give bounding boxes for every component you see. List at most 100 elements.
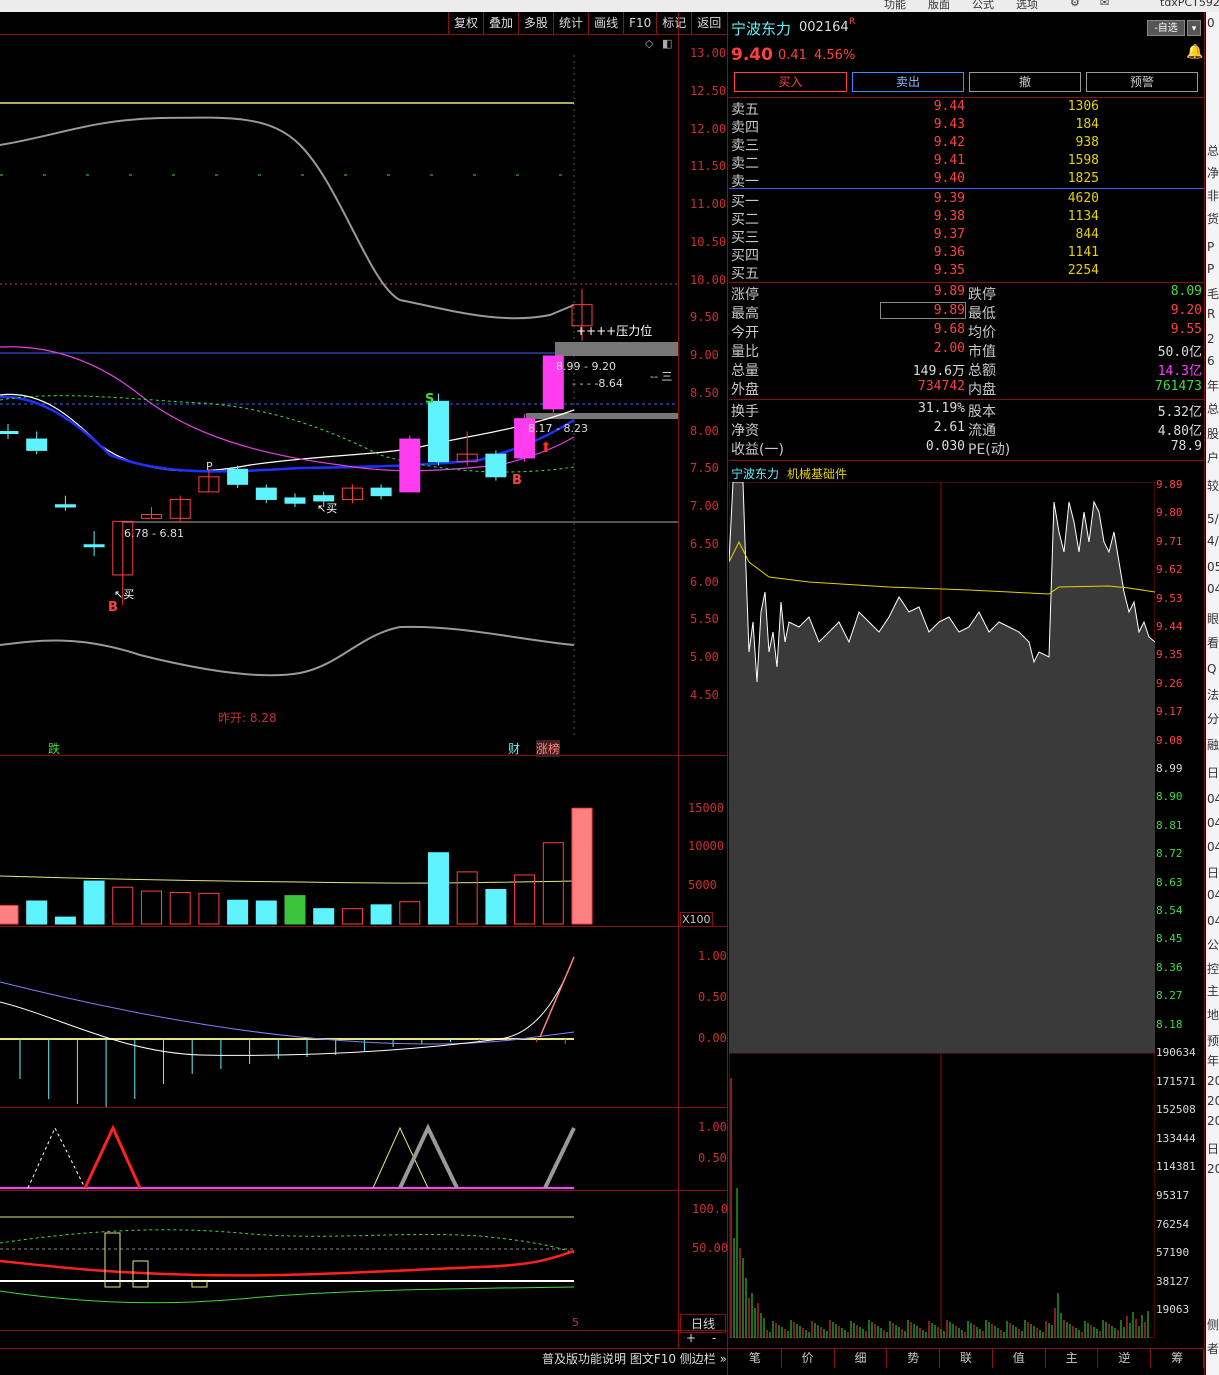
quote-tab[interactable]: 逆 bbox=[1098, 1349, 1152, 1368]
quote-tab[interactable]: 细 bbox=[835, 1349, 888, 1368]
bid-row[interactable]: 买五 9.35 2254 bbox=[731, 263, 1204, 282]
f10-button[interactable]: F10 bbox=[623, 12, 656, 34]
alert-bell-icon[interactable]: 🔔 bbox=[1186, 44, 1203, 60]
quote-tab[interactable]: 筹 bbox=[1151, 1349, 1205, 1368]
menu-layout[interactable]: 版面 bbox=[928, 0, 950, 12]
side-panel-char: 毛 bbox=[1207, 287, 1219, 301]
p-signal: P bbox=[206, 460, 213, 473]
die-tag[interactable]: 跌 bbox=[48, 740, 60, 757]
side-panel-char: 4/ bbox=[1207, 534, 1219, 548]
side-panel-char: 04 bbox=[1207, 792, 1219, 806]
bid-row[interactable]: 买四 9.36 1141 bbox=[731, 245, 1204, 264]
bid-label: 买三 bbox=[731, 230, 759, 246]
bid-row[interactable]: 买二 9.38 1134 bbox=[731, 209, 1204, 228]
kline-y-tick: 9.50 bbox=[690, 310, 719, 325]
ask-row[interactable]: 卖二 9.41 1598 bbox=[731, 153, 1204, 172]
quote-tab[interactable]: 主 bbox=[1046, 1349, 1099, 1368]
intraday-price-tick: 8.81 bbox=[1156, 818, 1183, 832]
rsi-green-line bbox=[0, 1286, 575, 1304]
kline-y-tick: 12.50 bbox=[690, 83, 727, 98]
statistics-button[interactable]: 统计 bbox=[553, 12, 588, 34]
mail-icon[interactable]: ✉ bbox=[1100, 0, 1109, 9]
stat-label: 量比 bbox=[731, 344, 759, 360]
intraday-chart[interactable] bbox=[729, 482, 1155, 1338]
zoom-out-button[interactable]: - bbox=[712, 1331, 716, 1345]
signal-chart[interactable] bbox=[0, 1108, 678, 1190]
side-panel-char: 非 bbox=[1207, 189, 1219, 203]
quote-tab[interactable]: 值 bbox=[993, 1349, 1046, 1368]
side-panel-char: 侧 bbox=[1207, 1318, 1219, 1332]
quote-tab[interactable]: 价 bbox=[782, 1349, 835, 1368]
side-panel-char: 6 bbox=[1207, 354, 1215, 368]
buy-button[interactable]: 买入 bbox=[734, 72, 847, 92]
menu-formula[interactable]: 公式 bbox=[972, 0, 994, 12]
candle-body bbox=[428, 400, 449, 463]
kline-y-tick: 11.00 bbox=[690, 197, 727, 211]
ask-row[interactable]: 卖三 9.42 938 bbox=[731, 135, 1204, 154]
side-panel-char: 04 bbox=[1207, 582, 1219, 596]
side-panel-char: 日 bbox=[1207, 866, 1219, 880]
quote-tab[interactable]: 势 bbox=[887, 1349, 941, 1368]
side-panel-char: 5/ bbox=[1207, 512, 1219, 526]
intraday-price-tick: 8.27 bbox=[1156, 989, 1183, 1003]
ask-row[interactable]: 卖五 9.44 1306 bbox=[731, 99, 1204, 118]
stat-value: 31.19% bbox=[918, 401, 965, 416]
macd-chart[interactable] bbox=[0, 927, 678, 1107]
ask-row[interactable]: 卖一 9.40 1825 bbox=[731, 171, 1204, 190]
intraday-volume-tick: 114381 bbox=[1156, 1160, 1196, 1174]
intraday-price-tick: 9.17 bbox=[1156, 705, 1183, 719]
stat-value: 2.00 bbox=[933, 341, 965, 356]
settings-icon[interactable]: ⚙ bbox=[1070, 0, 1080, 9]
price-alert-button[interactable]: 预警 bbox=[1086, 72, 1198, 92]
watchlist-dropdown-icon[interactable]: ▾ bbox=[1187, 20, 1201, 36]
menu-options[interactable]: 选项 bbox=[1016, 0, 1038, 12]
volume-bar bbox=[198, 892, 220, 925]
bid-row[interactable]: 买三 9.37 844 bbox=[731, 227, 1204, 246]
stat-value: 14.3亿 bbox=[1157, 364, 1202, 379]
stat-value: 78.9 bbox=[1170, 439, 1202, 454]
oscillator-chart[interactable] bbox=[0, 1191, 678, 1330]
macd-y-tick: 0.50 bbox=[698, 990, 727, 1004]
restore-rights-button[interactable]: 复权 bbox=[448, 12, 483, 34]
back-button[interactable]: 返回 bbox=[691, 12, 726, 34]
volume-chart[interactable] bbox=[0, 756, 678, 926]
b-signal-2: B bbox=[512, 473, 522, 488]
stat-label: 涨停 bbox=[731, 287, 759, 303]
zoom-in-button[interactable]: + bbox=[686, 1331, 696, 1345]
intraday-sector[interactable]: 机械基础件 bbox=[787, 465, 847, 482]
ask-price: 9.40 bbox=[933, 171, 965, 186]
quote-tab[interactable]: 笔 bbox=[729, 1349, 782, 1368]
multi-stock-button[interactable]: 多股 bbox=[518, 12, 553, 34]
stat-label: 跌停 bbox=[968, 287, 996, 303]
draw-line-button[interactable]: 画线 bbox=[588, 12, 623, 34]
ask-row[interactable]: 卖四 9.43 184 bbox=[731, 117, 1204, 136]
intraday-volume-tick: 171571 bbox=[1156, 1074, 1196, 1088]
kline-y-tick: 9.00 bbox=[690, 348, 719, 362]
sell-button[interactable]: 卖出 bbox=[852, 72, 964, 92]
menu-function[interactable]: 功能 bbox=[884, 0, 906, 12]
status-bar-text[interactable]: 普及版功能说明 图文F10 侧边栏 » bbox=[542, 1350, 727, 1367]
side-panel-char: 较 bbox=[1207, 479, 1219, 493]
quote-right-border bbox=[1204, 12, 1205, 1375]
chart-toolbar: 复权 叠加 多股 统计 画线 F10 标记 返回 bbox=[448, 12, 726, 34]
s-signal: S bbox=[425, 392, 435, 407]
stat-value: 4.80亿 bbox=[1157, 424, 1202, 439]
cancel-order-button[interactable]: 撤 bbox=[969, 72, 1081, 92]
rank-tag[interactable]: 涨榜 bbox=[536, 740, 561, 757]
intraday-price-tick: 8.63 bbox=[1156, 875, 1183, 889]
intraday-price-tick: 8.99 bbox=[1156, 762, 1183, 775]
finance-tag[interactable]: 财 bbox=[508, 740, 520, 757]
watchlist-button[interactable]: -自选 bbox=[1147, 20, 1185, 36]
stat-row: 最高 9.89 最低 9.20 bbox=[731, 302, 1204, 322]
side-panel-char: P bbox=[1207, 240, 1215, 254]
kline-chart[interactable] bbox=[0, 35, 678, 755]
kline-y-tick: 8.00 bbox=[690, 423, 719, 438]
side-panel-char: 04 bbox=[1207, 914, 1219, 928]
quote-tab[interactable]: 联 bbox=[940, 1349, 993, 1368]
mark-button[interactable]: 标记 bbox=[656, 12, 691, 34]
overlay-button[interactable]: 叠加 bbox=[483, 12, 518, 34]
stat-row: 外盘 734742 内盘 761473 bbox=[731, 379, 1204, 398]
bollinger-lower-curve bbox=[0, 625, 575, 677]
bid-row[interactable]: 买一 9.39 4620 bbox=[731, 191, 1204, 210]
volume-y-tick: 15000 bbox=[688, 801, 725, 815]
